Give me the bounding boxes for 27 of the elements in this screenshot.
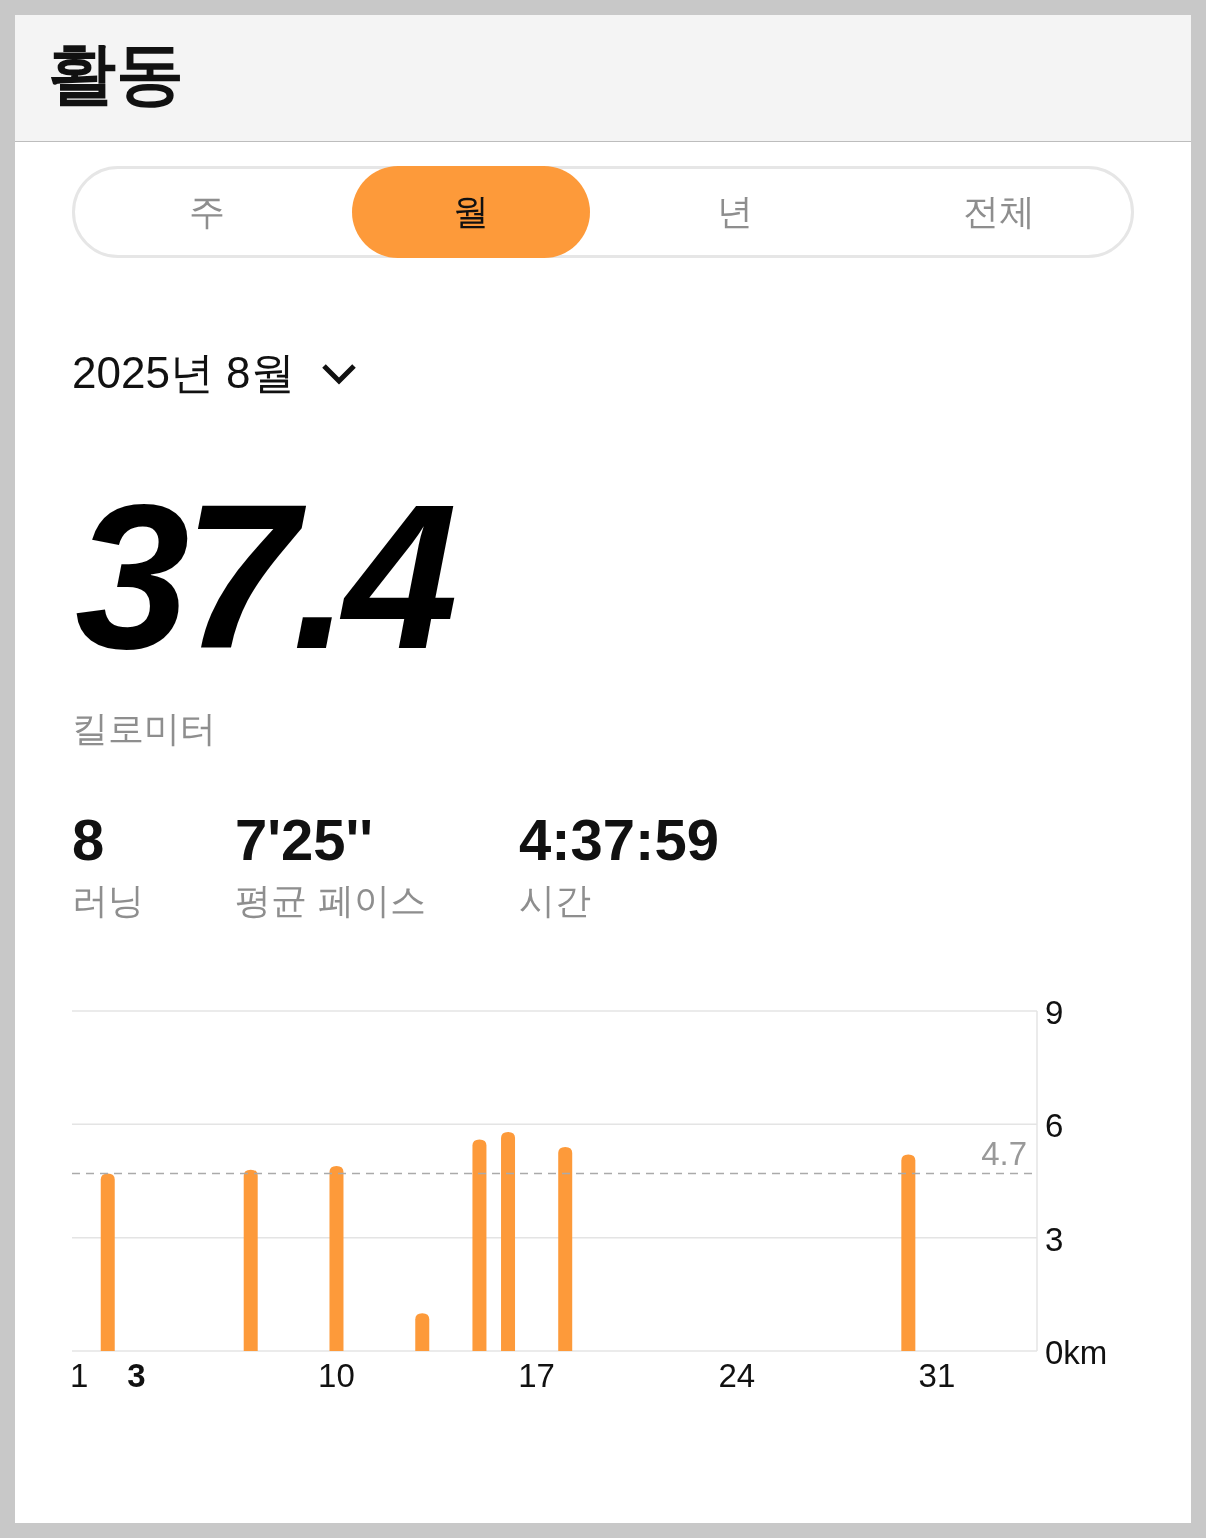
stat-label: 시간 [519,879,591,923]
period-tab[interactable]: 년 [616,166,854,258]
distance-unit: 킬로미터 [72,707,216,751]
stat-value: 8 [72,806,105,873]
distance-bar [415,1313,430,1351]
average-label: 4.7 [981,1135,1027,1173]
month-selector[interactable]: 2025년 8월 [72,344,357,403]
stat-label: 평균 페이스 [235,879,427,923]
axis-tick-label: 31 [918,1357,956,1394]
chevron-down-icon [320,362,357,385]
stat-label: 러닝 [72,879,144,923]
period-tab[interactable]: 전체 [880,166,1118,258]
axis-tick-label: 6 [1045,1107,1064,1145]
total-distance: 37.4 [75,487,452,667]
page-title: 활동 [48,33,184,115]
stat-value: 4:37:59 [519,806,719,873]
axis-tick-label: 10 [318,1357,355,1394]
stat-value: 7'25'' [235,806,374,873]
axis-tick-label: 3 [127,1357,146,1394]
axis-tick-label: 9 [1045,996,1064,1031]
axis-tick-label: 0km [1045,1334,1108,1371]
axis-tick-label: 1 [72,1357,89,1394]
period-tab[interactable]: 주 [88,166,326,258]
axis-tick-label: 17 [518,1357,555,1394]
axis-tick-label: 3 [1045,1220,1064,1258]
axis-tick-label: 24 [718,1357,756,1394]
period-tab[interactable]: 월 [352,166,590,258]
